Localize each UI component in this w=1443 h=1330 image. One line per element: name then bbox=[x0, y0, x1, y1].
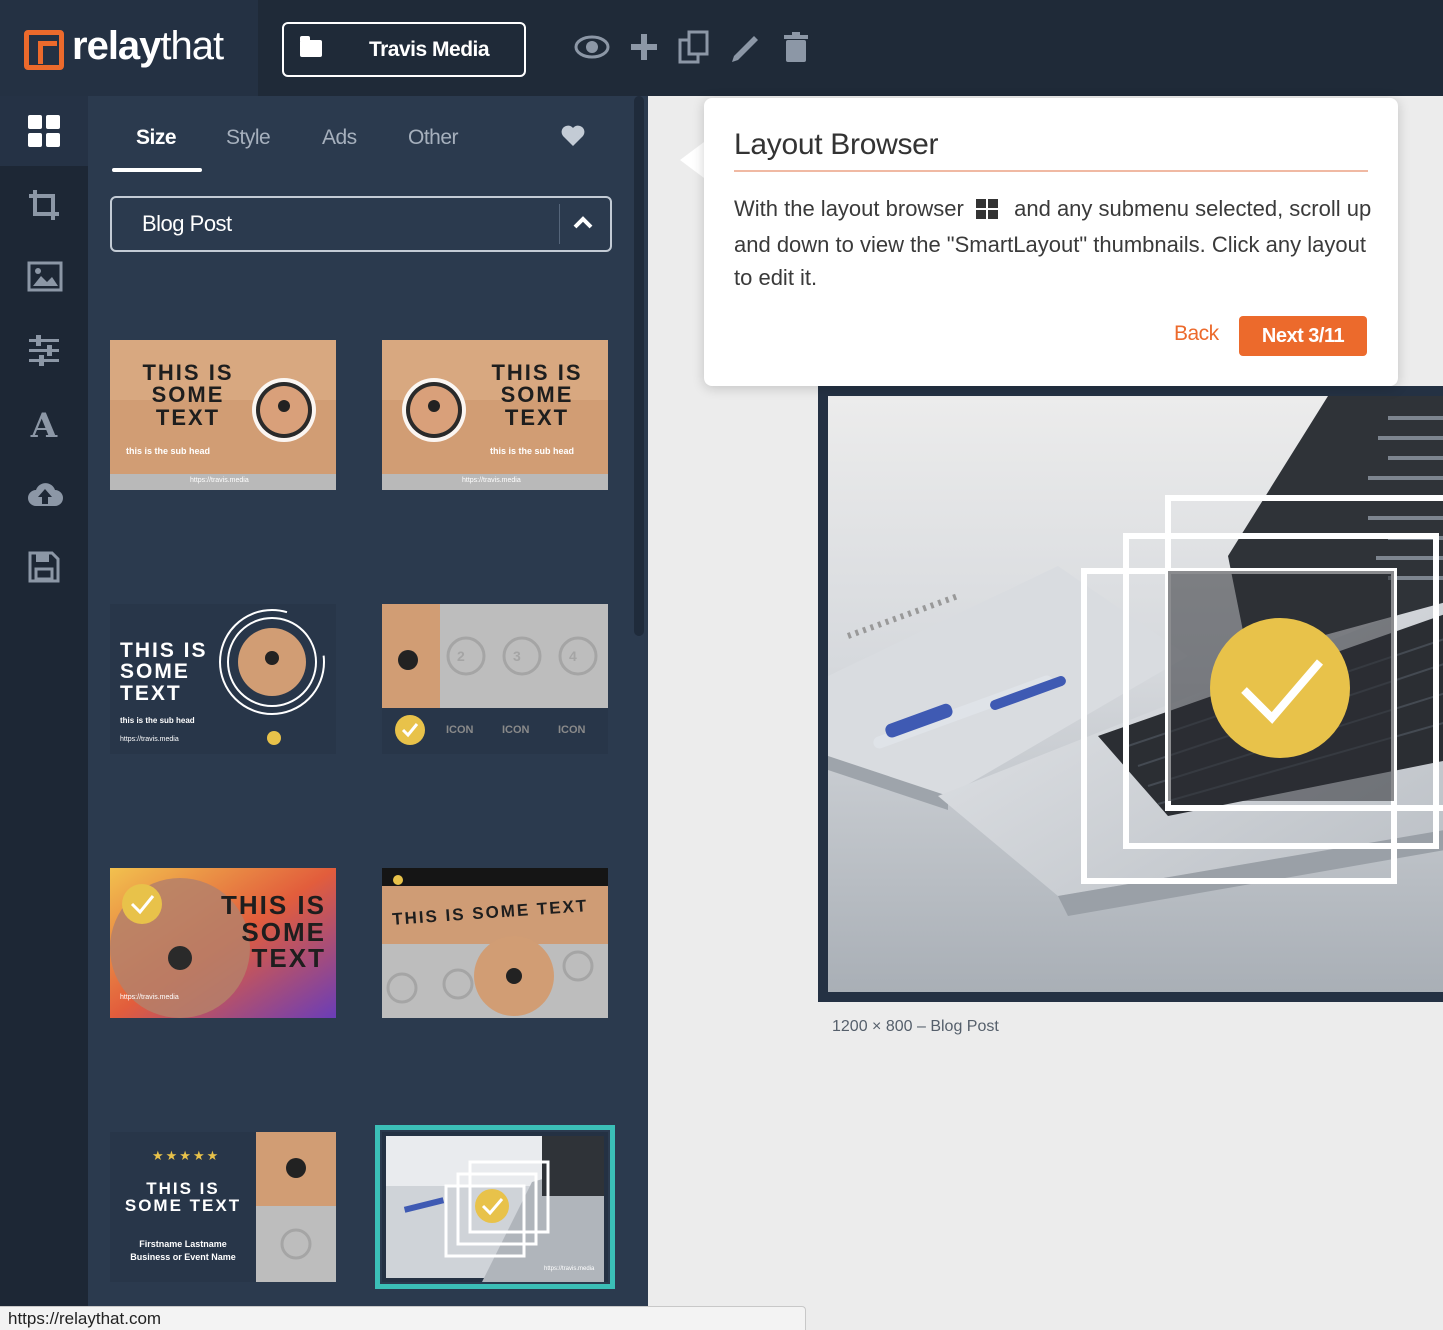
duplicate-icon[interactable] bbox=[676, 28, 712, 66]
canvas-size-caption: 1200 × 800 – Blog Post bbox=[832, 1018, 999, 1035]
size-dropdown[interactable]: Blog Post bbox=[110, 196, 612, 252]
thumbnail-url: https://travis.media bbox=[120, 994, 179, 1001]
thumbnail-headline: THIS IS SOME TEXT bbox=[120, 639, 208, 705]
thumbnail-headline: THIS IS SOME TEXT bbox=[220, 890, 326, 974]
tooltip-body-text-1: With the layout browser bbox=[734, 196, 964, 221]
panel-scrollbar[interactable] bbox=[634, 96, 644, 636]
thumbnail-number-3: 3 bbox=[513, 648, 521, 664]
dropdown-divider bbox=[559, 204, 560, 244]
thumbnail-background bbox=[382, 1132, 608, 1282]
pencil-icon[interactable] bbox=[726, 28, 762, 66]
crop-icon[interactable] bbox=[0, 170, 88, 240]
thumbnail-url: https://travis.media bbox=[120, 736, 179, 743]
tooltip-divider bbox=[734, 170, 1368, 172]
thumbnail-headline: THIS IS SOME TEXT bbox=[142, 360, 234, 430]
thumbnail-background bbox=[382, 868, 608, 1018]
tool-rail: A bbox=[0, 96, 88, 1330]
thumbnail-subline: this is the sub head bbox=[490, 446, 575, 456]
tab-ads[interactable]: Ads bbox=[322, 126, 357, 150]
upload-icon[interactable] bbox=[0, 460, 88, 530]
design-canvas[interactable] bbox=[818, 386, 1443, 1002]
tooltip-arrow bbox=[680, 142, 704, 178]
layout-browser-icon bbox=[976, 195, 998, 228]
thumbnail-subline: this is the sub head bbox=[126, 446, 211, 456]
svg-text:A: A bbox=[30, 406, 58, 442]
thumbnail-name: Firstname Lastname Business or Event Name bbox=[130, 1239, 236, 1262]
thumbnail-subline: this is the sub head bbox=[120, 716, 195, 725]
image-icon[interactable] bbox=[0, 242, 88, 312]
onboarding-tooltip: Layout Browser With the layout browser a… bbox=[704, 98, 1398, 386]
brand-selector-button[interactable]: Travis Media bbox=[282, 22, 526, 77]
laptop-photo bbox=[828, 396, 1443, 992]
layout-thumbnail-1[interactable]: THIS IS SOME TEXT this is the sub head htt… bbox=[110, 340, 336, 490]
heart-icon[interactable] bbox=[560, 124, 586, 153]
layout-thumbnail-2[interactable]: THIS IS SOME TEXT this is the sub head htt… bbox=[382, 340, 608, 490]
tab-size[interactable]: Size bbox=[136, 126, 177, 150]
tab-other[interactable]: Other bbox=[408, 126, 459, 150]
thumbnail-url: https://travis.media bbox=[462, 477, 521, 484]
thumbnail-icon-label: ICON bbox=[446, 724, 474, 736]
brand-selector-label: Travis Media bbox=[368, 38, 490, 61]
logo-area: relaythat bbox=[0, 0, 258, 96]
active-tab-indicator bbox=[112, 168, 202, 172]
logo-wordmark: relaythat bbox=[72, 24, 224, 68]
logo-icon bbox=[24, 30, 64, 70]
layout-thumbnail-6[interactable]: THIS IS SOME TEXT bbox=[382, 868, 608, 1018]
thumbnail-stars: ★★★★★ bbox=[152, 1148, 221, 1163]
canvas-image bbox=[828, 396, 1443, 992]
save-icon[interactable] bbox=[0, 532, 88, 602]
thumbnail-icon-label: ICON bbox=[502, 724, 530, 736]
eye-icon[interactable] bbox=[574, 28, 610, 66]
chevron-up-icon bbox=[572, 212, 594, 239]
tooltip-body: With the layout browser and any submenu … bbox=[734, 192, 1374, 294]
layout-thumbnail-7[interactable]: ★★★★★ THIS IS SOME TEXT Firstname Lastnam… bbox=[110, 1132, 336, 1282]
thumbnail-number-4: 4 bbox=[569, 648, 577, 664]
layout-thumbnail-8-selected[interactable]: https://travis.media bbox=[375, 1125, 615, 1289]
layout-thumbnail-4[interactable]: 2 3 4 ICON ICON ICON bbox=[382, 604, 608, 754]
layout-thumbnail-5[interactable]: THIS IS SOME TEXT https://travis.media bbox=[110, 868, 336, 1018]
plus-icon[interactable] bbox=[626, 28, 662, 66]
thumbnail-headline: THIS IS SOME TEXT bbox=[491, 360, 583, 430]
layout-thumbnail-3[interactable]: THIS IS SOME TEXT this is the sub head htt… bbox=[110, 604, 336, 754]
thumbnail-url: https://travis.media bbox=[190, 477, 249, 484]
layout-browser-icon[interactable] bbox=[0, 96, 88, 166]
back-button[interactable]: Back bbox=[1174, 322, 1219, 346]
top-bar: relaythat Travis Media bbox=[0, 0, 1443, 96]
size-dropdown-value: Blog Post bbox=[142, 211, 232, 236]
status-bar-url: https://relaythat.com bbox=[0, 1306, 806, 1330]
tab-style[interactable]: Style bbox=[226, 126, 271, 150]
folder-open-icon bbox=[300, 36, 322, 57]
text-icon[interactable]: A bbox=[0, 388, 88, 458]
tooltip-title: Layout Browser bbox=[734, 128, 939, 161]
thumbnail-icon-label: ICON bbox=[558, 724, 586, 736]
layout-browser-panel: Size Style Ads Other Blog Post THIS IS SO… bbox=[88, 96, 648, 1330]
thumbnail-url: https://travis.media bbox=[544, 1266, 595, 1272]
sliders-icon[interactable] bbox=[0, 316, 88, 386]
next-button[interactable]: Next 3/11 bbox=[1239, 316, 1367, 356]
thumbnail-headline: THIS IS SOME TEXT bbox=[124, 1179, 242, 1216]
trash-icon[interactable] bbox=[778, 28, 814, 66]
thumbnail-number-2: 2 bbox=[457, 648, 465, 664]
